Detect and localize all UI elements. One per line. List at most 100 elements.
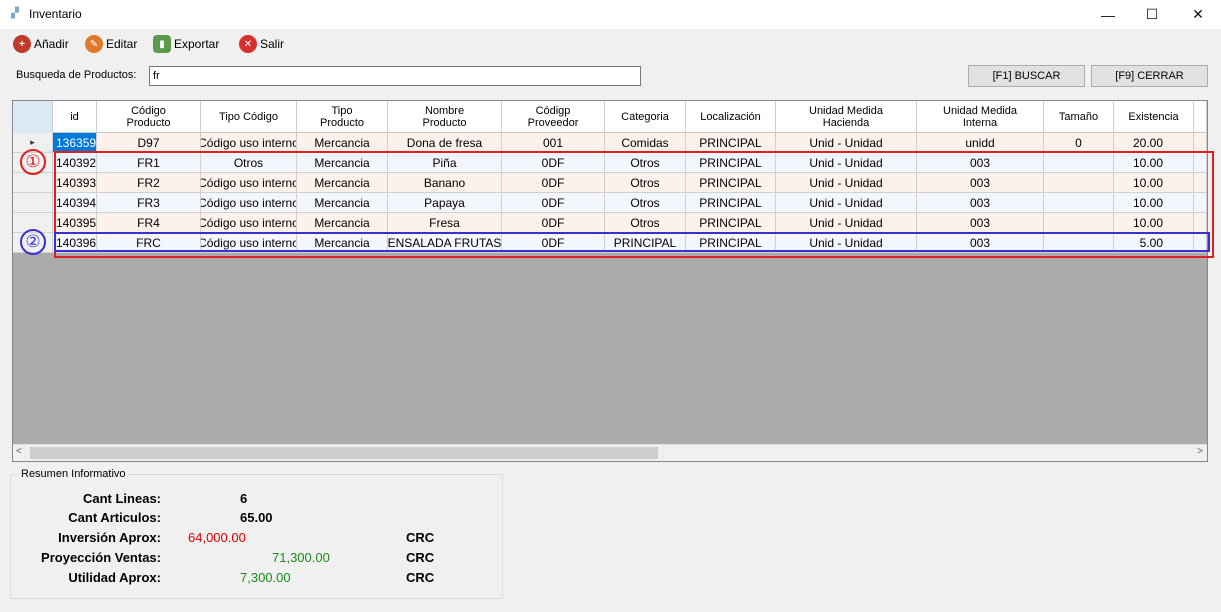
cell-extra[interactable] xyxy=(1194,233,1207,253)
table-row[interactable]: ▸ 136359 D97 Código uso interno Mercancia Don… xyxy=(13,133,1207,153)
cell-localizacion[interactable]: PRINCIPAL xyxy=(686,233,776,253)
cell-codigo-producto[interactable]: FRC xyxy=(97,233,201,253)
cell-extra[interactable] xyxy=(1194,173,1207,193)
cell-nombre-producto[interactable]: Fresa xyxy=(388,213,502,233)
cell-codigo-proveedor[interactable]: 0DF xyxy=(502,213,605,233)
cell-unidad-medida-interna[interactable]: 003 xyxy=(917,193,1044,213)
search-input[interactable] xyxy=(149,66,641,86)
cell-categoria[interactable]: Otros xyxy=(605,193,686,213)
cell-codigo-producto[interactable]: FR4 xyxy=(97,213,201,233)
cell-tipo-codigo[interactable]: Código uso interno xyxy=(201,213,297,233)
exit-button[interactable]: ✕ Salir xyxy=(239,33,284,55)
cell-categoria[interactable]: Otros xyxy=(605,173,686,193)
cell-tipo-producto[interactable]: Mercancia xyxy=(297,133,388,153)
column-header-nombre-producto[interactable]: Nombre Producto xyxy=(388,101,502,133)
cell-unidad-medida-interna[interactable]: 003 xyxy=(917,213,1044,233)
cell-tipo-codigo[interactable]: Código uso interno xyxy=(201,193,297,213)
column-header-existencia[interactable]: Existencia xyxy=(1114,101,1194,133)
cell-extra[interactable] xyxy=(1194,213,1207,233)
cell-extra[interactable] xyxy=(1194,193,1207,213)
export-button[interactable]: ▮ Exportar xyxy=(153,33,219,55)
cell-tipo-producto[interactable]: Mercancia xyxy=(297,233,388,253)
search-button[interactable]: [F1] BUSCAR xyxy=(968,65,1085,87)
cell-codigo-producto[interactable]: FR3 xyxy=(97,193,201,213)
cell-id[interactable]: 140394 xyxy=(53,193,97,213)
column-header-tipo-codigo[interactable]: Tipo Código xyxy=(201,101,297,133)
cell-codigo-producto[interactable]: FR1 xyxy=(97,153,201,173)
cell-codigo-proveedor[interactable]: 0DF xyxy=(502,153,605,173)
cell-tipo-codigo[interactable]: Código uso interno xyxy=(201,173,297,193)
cell-tamano[interactable] xyxy=(1044,213,1114,233)
cell-localizacion[interactable]: PRINCIPAL xyxy=(686,173,776,193)
cell-id[interactable]: 136359 xyxy=(53,133,97,153)
cell-tipo-producto[interactable]: Mercancia xyxy=(297,193,388,213)
cell-unidad-medida-interna[interactable]: unidd xyxy=(917,133,1044,153)
cell-existencia[interactable]: 10.00 xyxy=(1114,153,1194,173)
cell-categoria[interactable]: Comidas xyxy=(605,133,686,153)
edit-button[interactable]: ✎ Editar xyxy=(85,33,137,55)
cell-tipo-producto[interactable]: Mercancia xyxy=(297,213,388,233)
cell-existencia[interactable]: 20.00 xyxy=(1114,133,1194,153)
cell-extra[interactable] xyxy=(1194,153,1207,173)
cell-tamano[interactable] xyxy=(1044,173,1114,193)
horizontal-scrollbar[interactable]: < > xyxy=(13,444,1207,461)
cell-localizacion[interactable]: PRINCIPAL xyxy=(686,193,776,213)
column-header-extra[interactable] xyxy=(1194,101,1207,133)
cell-unidad-medida-interna[interactable]: 003 xyxy=(917,153,1044,173)
cell-existencia[interactable]: 5.00 xyxy=(1114,233,1194,253)
cell-extra[interactable] xyxy=(1194,133,1207,153)
cell-categoria[interactable]: PRINCIPAL xyxy=(605,233,686,253)
cell-tipo-producto[interactable]: Mercancia xyxy=(297,153,388,173)
cell-tamano[interactable] xyxy=(1044,193,1114,213)
close-window-button[interactable]: ✕ xyxy=(1175,0,1221,29)
cell-categoria[interactable]: Otros xyxy=(605,213,686,233)
cell-unidad-medida-interna[interactable]: 003 xyxy=(917,233,1044,253)
cell-id[interactable]: 140393 xyxy=(53,173,97,193)
scrollbar-thumb[interactable] xyxy=(30,447,658,459)
products-grid[interactable]: id Código Producto Tipo Código Tipo Producto N… xyxy=(12,100,1208,462)
cell-localizacion[interactable]: PRINCIPAL xyxy=(686,213,776,233)
cell-codigo-proveedor[interactable]: 001 xyxy=(502,133,605,153)
cell-existencia[interactable]: 10.00 xyxy=(1114,173,1194,193)
cell-existencia[interactable]: 10.00 xyxy=(1114,213,1194,233)
column-header-unidad-medida-interna[interactable]: Unidad Medida Interna xyxy=(917,101,1044,133)
minimize-button[interactable]: — xyxy=(1085,0,1131,29)
column-header-id[interactable]: id xyxy=(53,101,97,133)
cell-tamano[interactable]: 0 xyxy=(1044,133,1114,153)
cell-tipo-codigo[interactable]: Código uso interno xyxy=(201,233,297,253)
scroll-left-icon[interactable]: < xyxy=(16,446,22,457)
table-row[interactable]: 140392 FR1 Otros Mercancia Piña 0DF Otros PRINC… xyxy=(13,153,1207,173)
cell-tamano[interactable] xyxy=(1044,153,1114,173)
column-header-codigo-producto[interactable]: Código Producto xyxy=(97,101,201,133)
cell-id[interactable]: 140395 xyxy=(53,213,97,233)
cell-tamano[interactable] xyxy=(1044,233,1114,253)
cell-codigo-producto[interactable]: FR2 xyxy=(97,173,201,193)
column-header-unidad-medida-hacienda[interactable]: Unidad Medida Hacienda xyxy=(776,101,917,133)
cell-nombre-producto[interactable]: Piña xyxy=(388,153,502,173)
cell-categoria[interactable]: Otros xyxy=(605,153,686,173)
cell-tipo-producto[interactable]: Mercancia xyxy=(297,173,388,193)
cell-nombre-producto[interactable]: Banano xyxy=(388,173,502,193)
column-header-tamano[interactable]: Tamaño xyxy=(1044,101,1114,133)
cell-codigo-proveedor[interactable]: 0DF xyxy=(502,193,605,213)
column-header-tipo-producto[interactable]: Tipo Producto xyxy=(297,101,388,133)
table-row[interactable]: 140394 FR3 Código uso interno Mercancia Papa… xyxy=(13,193,1207,213)
row-header-cell[interactable] xyxy=(13,193,53,213)
column-header-localizacion[interactable]: Localización xyxy=(686,101,776,133)
cell-unidad-medida-hacienda[interactable]: Unid - Unidad xyxy=(776,213,917,233)
column-header-categoria[interactable]: Categoria xyxy=(605,101,686,133)
cell-codigo-proveedor[interactable]: 0DF xyxy=(502,173,605,193)
maximize-button[interactable]: ☐ xyxy=(1129,0,1175,29)
cell-nombre-producto[interactable]: ENSALADA FRUTAS xyxy=(388,233,502,253)
column-header-codigo-proveedor[interactable]: Códigp Proveedor xyxy=(502,101,605,133)
cell-nombre-producto[interactable]: Dona de fresa xyxy=(388,133,502,153)
cell-tipo-codigo[interactable]: Otros xyxy=(201,153,297,173)
cell-nombre-producto[interactable]: Papaya xyxy=(388,193,502,213)
cell-unidad-medida-hacienda[interactable]: Unid - Unidad xyxy=(776,133,917,153)
row-header-cell[interactable] xyxy=(13,173,53,193)
cell-unidad-medida-hacienda[interactable]: Unid - Unidad xyxy=(776,153,917,173)
cell-tipo-codigo[interactable]: Código uso interno xyxy=(201,133,297,153)
cell-localizacion[interactable]: PRINCIPAL xyxy=(686,153,776,173)
scroll-right-icon[interactable]: > xyxy=(1197,446,1203,457)
cell-id[interactable]: 140392 xyxy=(53,153,97,173)
